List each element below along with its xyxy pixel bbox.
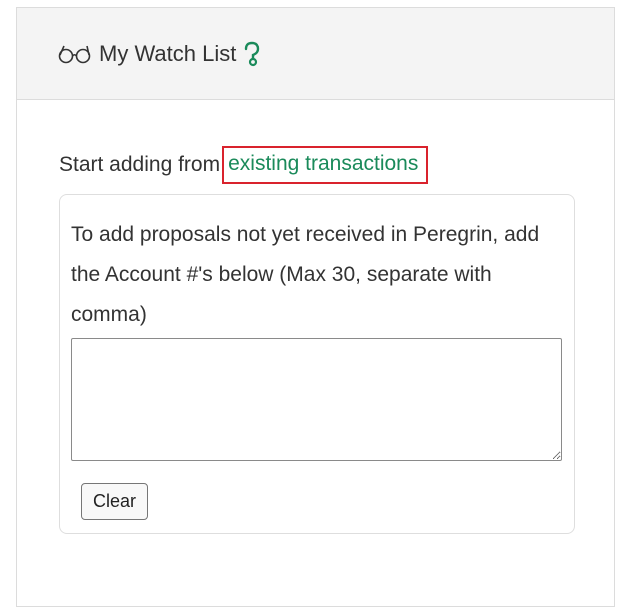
panel-header: My Watch List [17,8,614,100]
watch-list-panel: My Watch List Start adding from existing… [16,7,615,607]
existing-transactions-link[interactable]: existing transactions [222,146,429,184]
account-numbers-textarea[interactable] [71,338,562,461]
panel-title: My Watch List [99,40,237,66]
clear-button[interactable]: Clear [81,483,149,520]
add-accounts-instructions: To add proposals not yet received in Per… [71,223,540,326]
start-adding-row: Start adding from existing transactions [59,146,572,184]
add-accounts-card: To add proposals not yet received in Per… [59,194,575,534]
glasses-icon [57,44,93,64]
question-mark-icon[interactable] [242,41,262,67]
panel-body: Start adding from existing transactions … [17,100,614,534]
start-adding-label: Start adding from [59,153,221,176]
